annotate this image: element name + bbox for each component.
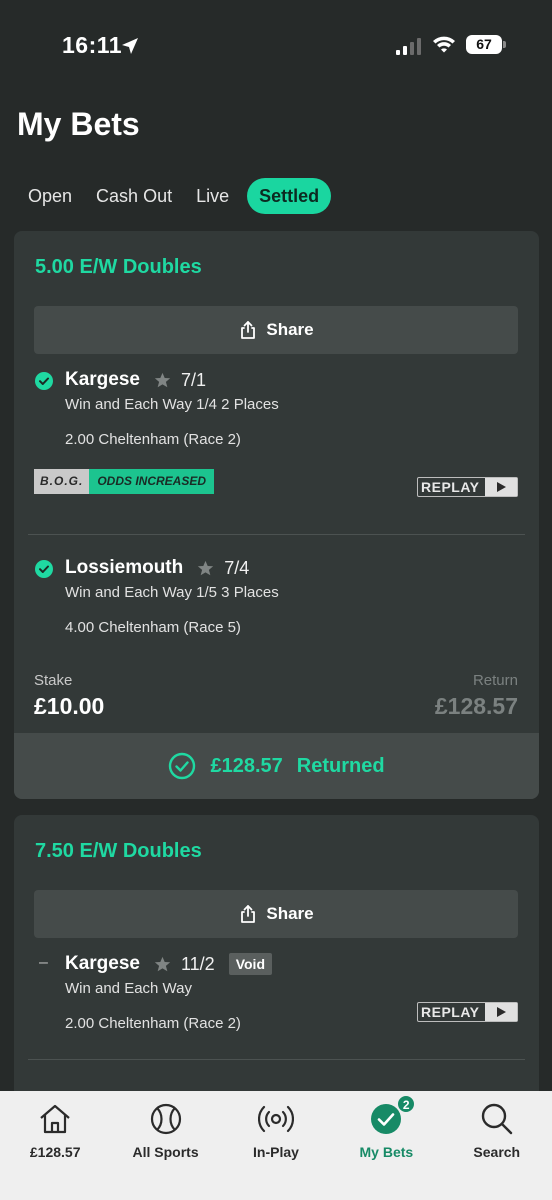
nav-label-search: Search [473, 1144, 521, 1160]
home-icon [40, 1104, 70, 1134]
check-circle-outline-icon [169, 752, 196, 780]
bottom-nav: £128.57 All Sports In-Play 2 My Bets Sea… [0, 1091, 552, 1200]
returned-status-bar: £128.57 Returned [14, 733, 539, 799]
divider [28, 534, 525, 535]
bet-tabs: Open Cash Out Live Settled [16, 178, 332, 214]
share-label: Share [266, 904, 314, 923]
nav-item-my-bets[interactable]: 2 My Bets [331, 1091, 441, 1200]
wifi-icon [433, 36, 455, 53]
nav-label-in-play: In-Play [253, 1144, 299, 1160]
nav-item-in-play[interactable]: In-Play [221, 1091, 331, 1200]
nav-item-balance[interactable]: £128.57 [0, 1091, 110, 1200]
selection-market: Win and Each Way 1/4 2 Places [65, 396, 279, 413]
nav-item-all-sports[interactable]: All Sports [110, 1091, 220, 1200]
battery-indicator: 67 [466, 35, 502, 54]
ball-icon [150, 1103, 181, 1135]
broadcast-icon [257, 1105, 294, 1133]
replay-button[interactable]: REPLAY [417, 477, 518, 497]
cellular-signal-icon [396, 38, 421, 55]
bet-card: 7.50 E/W Doubles Share – Kargese 11/2 Vo… [14, 815, 539, 1105]
nav-item-search[interactable]: Search [442, 1091, 552, 1200]
bet-title: 7.50 E/W Doubles [35, 840, 202, 862]
returned-label: Returned [296, 754, 385, 777]
selection-odds: 7/4 [224, 557, 250, 578]
star-icon[interactable] [197, 560, 214, 577]
selection-row: Kargese 7/1 Win and Each Way 1/4 2 Place… [34, 369, 518, 448]
share-icon [241, 321, 256, 339]
return-label: Return [472, 672, 518, 689]
replay-label: REPLAY [421, 479, 480, 495]
returned-amount: £128.57 [210, 754, 283, 777]
selection-row: Lossiemouth 7/4 Win and Each Way 1/5 3 P… [34, 557, 518, 636]
stake-label: Stake [34, 672, 73, 689]
tab-settled[interactable]: Settled [247, 178, 332, 214]
page-title: My Bets [17, 106, 140, 142]
bet-title: 5.00 E/W Doubles [35, 256, 202, 278]
selection-name: Kargese [65, 369, 140, 390]
battery-tip [503, 41, 506, 48]
odds-increased-label: ODDS INCREASED [89, 469, 215, 494]
return-value: £128.57 [434, 693, 518, 719]
selection-odds: 11/2 [181, 953, 215, 974]
selection-header: Lossiemouth 7/4 [65, 557, 249, 579]
bets-count-badge: 2 [397, 1095, 416, 1113]
check-circle-icon [35, 372, 53, 390]
replay-label: REPLAY [421, 1004, 480, 1020]
star-icon[interactable] [154, 956, 171, 973]
share-label: Share [266, 320, 314, 339]
selection-header: Kargese 7/1 [65, 369, 206, 391]
selection-header: Kargese 11/2 Void [65, 953, 272, 975]
share-icon [241, 905, 256, 923]
dash-icon: – [39, 954, 48, 971]
stake-value: £10.00 [34, 693, 105, 719]
replay-button[interactable]: REPLAY [417, 1002, 518, 1022]
selection-name: Lossiemouth [65, 557, 184, 578]
selection-race: 2.00 Cheltenham (Race 2) [65, 431, 241, 448]
check-circle-icon [35, 560, 53, 578]
status-bar: 16:11 67 [0, 0, 552, 90]
bog-label: B.O.G. [34, 469, 90, 494]
nav-label-my-bets: My Bets [359, 1144, 414, 1160]
share-button[interactable]: Share [34, 306, 518, 354]
search-icon [481, 1103, 512, 1135]
divider [28, 1059, 525, 1060]
star-icon[interactable] [154, 372, 171, 389]
selection-race: 2.00 Cheltenham (Race 2) [65, 1015, 241, 1032]
nav-label-all-sports: All Sports [132, 1144, 199, 1160]
play-icon [485, 1003, 517, 1021]
selection-market: Win and Each Way [65, 980, 192, 997]
tab-cash-out[interactable]: Cash Out [84, 178, 184, 214]
void-badge: Void [228, 953, 272, 975]
tab-open[interactable]: Open [16, 178, 84, 214]
nav-label-balance: £128.57 [29, 1144, 81, 1160]
bet-card: 5.00 E/W Doubles Share Kargese 7/1 Win a… [14, 231, 539, 799]
tab-live[interactable]: Live [184, 178, 241, 214]
share-button[interactable]: Share [34, 890, 518, 938]
bog-badge: B.O.G. ODDS INCREASED [34, 469, 215, 494]
play-icon [485, 478, 517, 496]
status-time: 16:11 [62, 32, 123, 58]
selection-odds: 7/1 [181, 369, 207, 390]
location-arrow-icon [122, 38, 138, 54]
selection-name: Kargese [65, 953, 140, 974]
selection-race: 4.00 Cheltenham (Race 5) [65, 619, 241, 636]
selection-market: Win and Each Way 1/5 3 Places [65, 584, 279, 601]
